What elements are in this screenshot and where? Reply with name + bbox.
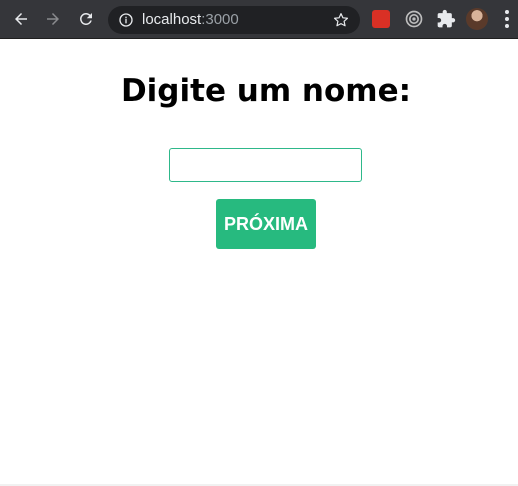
name-input[interactable] <box>169 148 362 182</box>
profile-avatar[interactable] <box>466 8 488 30</box>
reload-icon <box>80 12 92 25</box>
url-text: localhost:3000 <box>142 11 239 29</box>
url-host: localhost <box>142 11 202 28</box>
star-icon[interactable] <box>332 11 350 29</box>
target-extension-icon[interactable] <box>404 9 424 29</box>
address-bar[interactable]: localhost:3000 <box>108 6 360 34</box>
next-button[interactable]: PRÓXIMA <box>216 199 316 249</box>
info-icon[interactable] <box>118 12 134 28</box>
url-port: :3000 <box>201 11 239 28</box>
page-content: Digite um nome: PRÓXIMA <box>0 40 518 486</box>
page-title: Digite um nome: <box>120 73 412 109</box>
back-button[interactable] <box>10 8 32 30</box>
arrow-left-icon <box>15 13 27 25</box>
browser-toolbar: localhost:3000 <box>0 0 518 39</box>
puzzle-icon[interactable] <box>436 9 456 29</box>
forward-button[interactable] <box>42 8 64 30</box>
arrow-right-icon <box>47 13 59 25</box>
extension-red-icon[interactable] <box>372 10 390 28</box>
kebab-menu-icon[interactable] <box>503 9 511 29</box>
reload-button[interactable] <box>75 8 97 30</box>
